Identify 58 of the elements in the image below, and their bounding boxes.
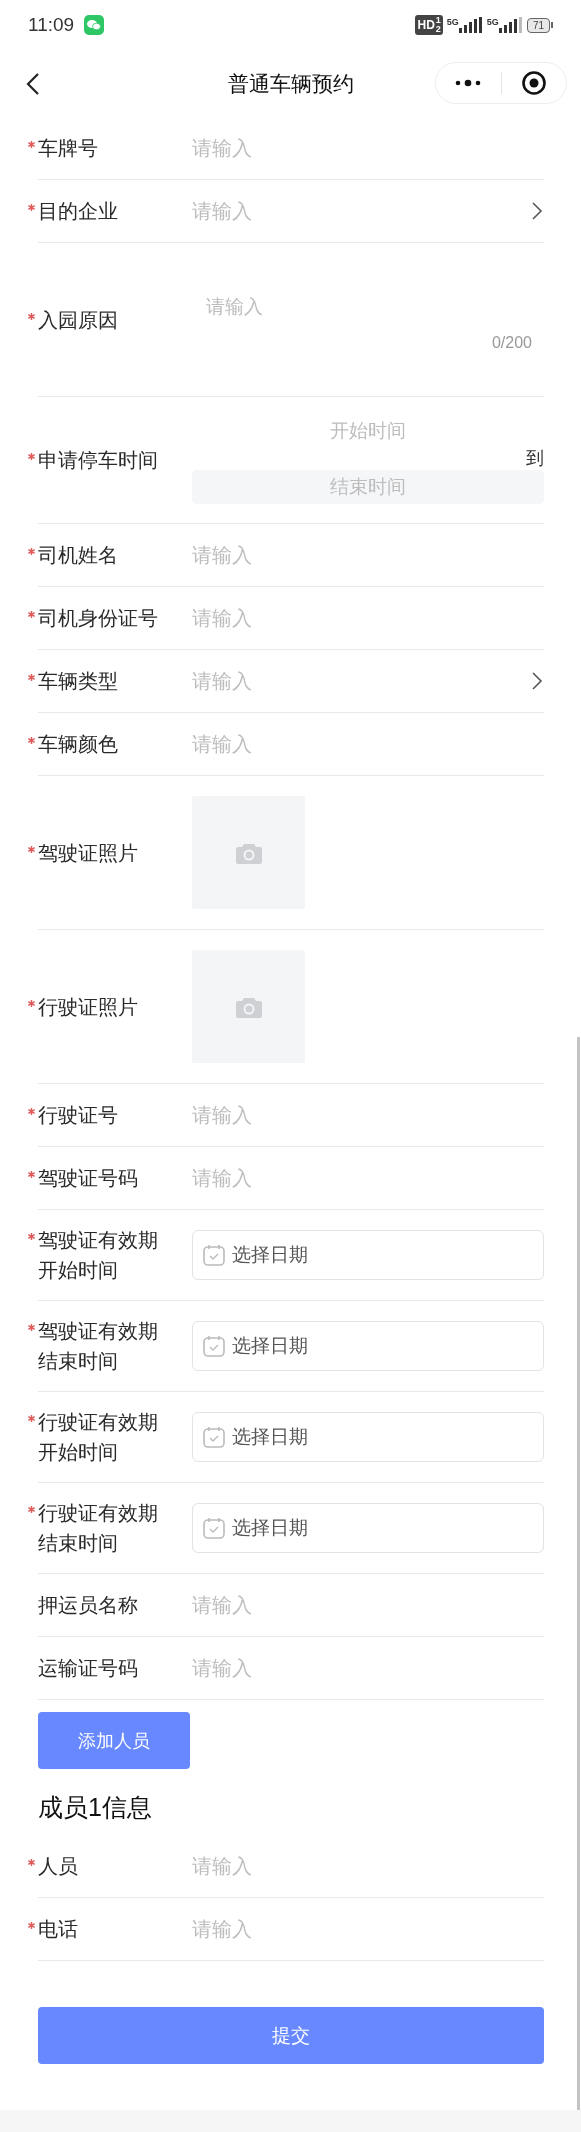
input-field[interactable]: 请输入 — [192, 196, 474, 226]
field-label: 行驶证有效期结束时间 — [38, 1501, 159, 1556]
target-icon[interactable] — [520, 70, 547, 96]
signal-icon — [498, 17, 523, 33]
end-time-field[interactable]: 结束时间 — [192, 470, 544, 504]
field-label: 电话 — [38, 1917, 79, 1942]
field-label: 司机姓名 — [38, 543, 119, 568]
field-label: 人员 — [38, 1854, 79, 1879]
chevron-right-icon — [530, 671, 544, 691]
input-field[interactable]: 请输入 — [192, 1163, 544, 1193]
field-label: 车辆颜色 — [38, 732, 119, 757]
input-field[interactable]: 请输入 — [192, 666, 474, 696]
calendar-icon — [202, 1516, 226, 1540]
chevron-right-icon — [530, 201, 544, 221]
signal-icon — [458, 17, 483, 33]
calendar-icon — [202, 1243, 226, 1267]
field-label: 驾驶证有效期结束时间 — [38, 1319, 159, 1374]
chat-app-icon — [84, 15, 105, 35]
input-field[interactable]: 请输入 — [192, 133, 544, 163]
text-area[interactable]: 请输入 — [206, 293, 544, 334]
character-counter: 0/200 — [491, 333, 532, 352]
calendar-icon — [202, 1334, 226, 1358]
field-label: 行驶证有效期开始时间 — [38, 1410, 159, 1465]
input-field[interactable]: 请输入 — [192, 1590, 544, 1620]
field-label: 行驶证号 — [38, 1103, 119, 1128]
input-field[interactable]: 请输入 — [192, 729, 544, 759]
page-title: 普通车辆预约 — [227, 71, 354, 95]
field-label: 入园原因 — [38, 307, 119, 333]
more-icon[interactable] — [455, 79, 482, 87]
input-field[interactable]: 请输入 — [192, 1653, 544, 1683]
field-label: 运输证号码 — [38, 1656, 139, 1681]
input-field[interactable]: 请输入 — [192, 1851, 544, 1881]
network-label: 5G — [446, 17, 459, 27]
field-label: 驾驶证有效期开始时间 — [38, 1228, 159, 1283]
calendar-icon — [202, 1425, 226, 1449]
input-field[interactable]: 请输入 — [192, 1914, 544, 1944]
field-label: 押运员名称 — [38, 1593, 139, 1618]
field-label: 目的企业 — [38, 199, 119, 224]
input-field[interactable]: 请输入 — [192, 603, 544, 633]
date-picker[interactable]: 选择日期 — [192, 1412, 544, 1462]
network-label: 5G — [486, 17, 499, 27]
battery-level: 71 — [526, 17, 550, 33]
field-label: 司机身份证号 — [38, 606, 159, 631]
section-title: 成员1信息 — [38, 1792, 152, 1823]
date-picker[interactable]: 选择日期 — [192, 1503, 544, 1553]
input-field[interactable]: 请输入 — [192, 1100, 544, 1130]
range-separator: 到 — [526, 447, 544, 470]
status-time: 11:09 — [28, 14, 75, 36]
field-label: 行驶证照片 — [38, 994, 139, 1020]
field-label: 驾驶证号码 — [38, 1166, 139, 1191]
field-label: 驾驶证照片 — [38, 840, 139, 866]
field-label: 车辆类型 — [38, 669, 119, 694]
start-time-field[interactable]: 开始时间 — [192, 416, 544, 446]
date-picker[interactable]: 选择日期 — [192, 1321, 544, 1371]
date-picker[interactable]: 选择日期 — [192, 1230, 544, 1280]
field-label: 申请停车时间 — [38, 448, 159, 473]
field-label: 车牌号 — [38, 136, 99, 161]
input-field[interactable]: 请输入 — [192, 540, 544, 570]
